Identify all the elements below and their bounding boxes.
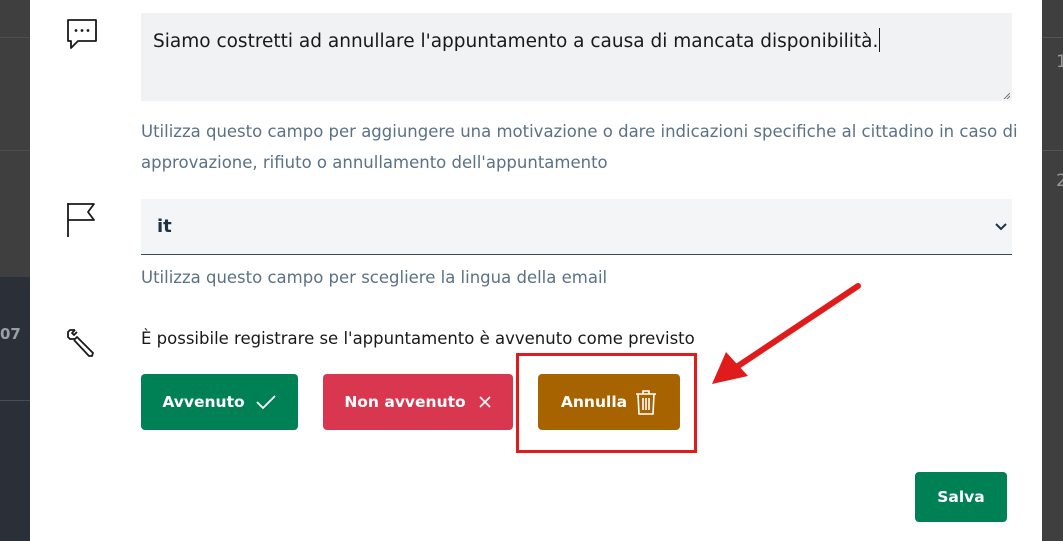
message-hint: Utilizza questo campo per aggiungere una… xyxy=(141,122,1018,172)
message-textarea[interactable]: Siamo costretti ad annullare l'appuntame… xyxy=(141,13,1012,101)
backdrop-divider xyxy=(0,37,30,38)
backdrop-right-column xyxy=(1042,0,1063,541)
resize-grip-icon[interactable] xyxy=(1002,91,1010,99)
avvenuto-label: Avvenuto xyxy=(162,393,245,411)
close-icon xyxy=(478,395,492,409)
chat-bubble-icon xyxy=(66,18,98,50)
check-icon xyxy=(255,394,277,410)
annotation-arrow-icon xyxy=(712,283,861,384)
save-button[interactable]: Salva xyxy=(915,472,1007,522)
avvenuto-button[interactable]: Avvenuto xyxy=(141,374,298,430)
chevron-down-icon xyxy=(995,223,1007,231)
message-text: Siamo costretti ad annullare l'appuntame… xyxy=(153,31,879,52)
backdrop-dark-panel xyxy=(0,277,30,541)
language-hint: Utilizza questo campo per scegliere la l… xyxy=(141,268,608,287)
non-avvenuto-label: Non avvenuto xyxy=(344,393,466,411)
backdrop-divider xyxy=(1042,150,1063,151)
wrench-icon xyxy=(66,328,96,358)
backdrop-number: 2 xyxy=(1056,171,1063,191)
backdrop-divider xyxy=(0,150,30,151)
backdrop-date: 07 xyxy=(0,325,21,343)
text-caret xyxy=(879,28,881,52)
backdrop-number: 1 xyxy=(1056,52,1063,72)
status-description: È possibile registrare se l'appuntamento… xyxy=(141,329,695,348)
language-select[interactable]: it xyxy=(141,199,1012,255)
non-avvenuto-button[interactable]: Non avvenuto xyxy=(323,374,513,430)
language-select-value: it xyxy=(157,216,172,237)
backdrop-divider xyxy=(0,400,30,401)
highlight-box xyxy=(516,353,697,453)
backdrop-divider xyxy=(1042,37,1063,38)
flag-icon xyxy=(66,202,96,238)
